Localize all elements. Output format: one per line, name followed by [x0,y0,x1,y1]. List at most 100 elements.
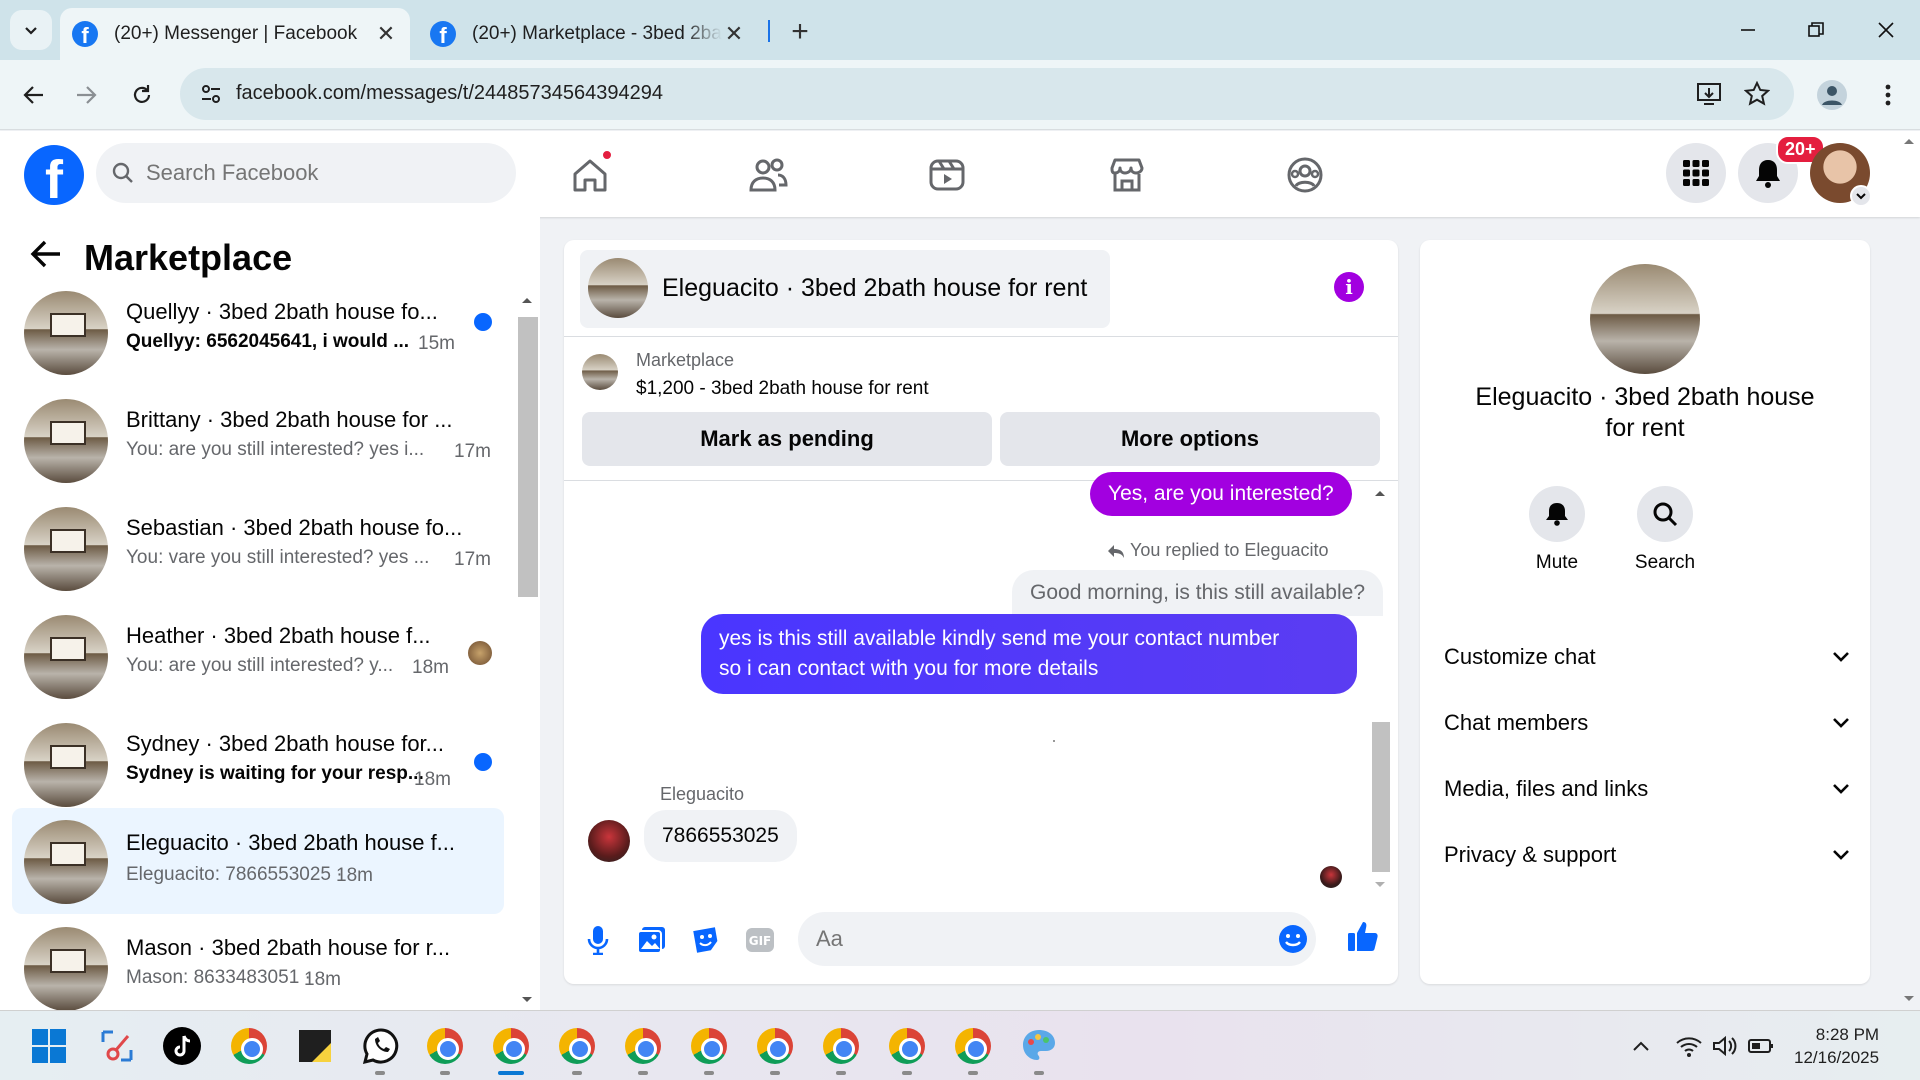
taskbar-chrome-active[interactable] [490,1025,532,1067]
address-bar[interactable]: facebook.com/messages/t/2448573456439429… [180,68,1794,120]
bookmark-star-icon[interactable] [1744,81,1770,107]
taskbar-chrome[interactable] [820,1025,862,1067]
search-action[interactable]: Search [1620,486,1710,574]
scroll-up-icon[interactable] [1898,134,1920,148]
profile-avatar[interactable] [1590,264,1700,374]
conversation-item[interactable]: Sydney · 3bed 2bath house for... Sydney … [12,711,504,817]
scroll-down-icon[interactable] [1898,992,1920,1006]
search-input[interactable] [146,160,466,186]
page-scrollbar[interactable] [1898,134,1920,1006]
mark-pending-button[interactable]: Mark as pending [582,412,992,466]
chat-scrollbar[interactable] [1370,486,1390,892]
scrollbar-thumb[interactable] [518,317,538,597]
scrollbar-thumb[interactable] [1372,722,1390,872]
gif-button[interactable]: GIF [744,924,776,956]
system-clock[interactable]: 8:28 PM 12/16/2025 [1794,1023,1879,1069]
media-files-links-section[interactable]: Media, files and links [1444,764,1850,814]
more-options-button[interactable]: More options [1000,412,1380,466]
taskbar-chrome[interactable] [688,1025,730,1067]
forward-button[interactable] [68,77,104,113]
site-settings-icon[interactable] [200,83,222,105]
sender-avatar[interactable] [588,820,630,862]
taskbar-chrome[interactable] [622,1025,664,1067]
conversation-item[interactable]: Mason · 3bed 2bath house for r... Mason:… [12,915,504,1021]
facebook-search[interactable] [96,143,516,203]
scroll-down-icon[interactable] [1370,878,1390,892]
attach-media-button[interactable] [636,924,668,956]
taskbar-tiktok[interactable] [161,1025,203,1067]
emoji-icon[interactable] [1278,924,1308,954]
start-button[interactable] [28,1025,70,1067]
nav-friends[interactable] [713,147,823,203]
outgoing-message[interactable]: yes is this still available kindly send … [701,614,1357,694]
browser-menu-button[interactable] [1870,77,1906,113]
quoted-message[interactable]: Good morning, is this still available? [1012,570,1383,616]
tab-search-button[interactable] [10,10,52,50]
voice-clip-button[interactable] [582,924,614,956]
inbox-scrollbar[interactable] [516,293,538,1009]
reload-button[interactable] [124,77,160,113]
taskbar-chrome[interactable] [754,1025,796,1067]
message-composer[interactable] [798,912,1316,966]
taskbar-chrome[interactable] [424,1025,466,1067]
taskbar-chrome[interactable] [556,1025,598,1067]
mute-action[interactable]: Mute [1512,486,1602,574]
menu-button[interactable] [1666,143,1726,203]
back-button[interactable] [30,239,62,269]
chat-header[interactable]: Eleguacito · 3bed 2bath house for rent [580,250,1110,328]
incoming-message[interactable]: 7866553025 [644,810,797,862]
close-tab-icon[interactable]: ✕ [722,21,746,46]
conversation-info-icon[interactable]: i [1334,272,1364,302]
search-in-chat-button[interactable] [1637,486,1693,542]
nav-groups[interactable] [1250,147,1360,203]
back-button[interactable] [16,77,52,113]
conversation-time: 18m [336,865,373,886]
battery-button[interactable] [1740,1025,1782,1067]
mute-button[interactable] [1529,486,1585,542]
scroll-down-icon[interactable] [516,993,538,1007]
chat-members-section[interactable]: Chat members [1444,698,1850,748]
tab-marketplace[interactable]: f (20+) Marketplace - 3bed 2bath ✕ [418,8,758,60]
customize-chat-section[interactable]: Customize chat [1444,632,1850,682]
install-app-icon[interactable] [1696,82,1722,106]
url-text[interactable]: facebook.com/messages/t/2448573456439429… [236,82,663,105]
minimize-button[interactable] [1728,14,1768,46]
conversation-item[interactable]: Brittany · 3bed 2bath house for ... You:… [12,387,504,493]
conversation-item[interactable]: Sebastian · 3bed 2bath house fo... You: … [12,495,504,601]
privacy-support-section[interactable]: Privacy & support [1444,830,1850,880]
conversation-item[interactable]: Quellyy · 3bed 2bath house fo... Quellyy… [12,279,504,385]
close-window-button[interactable] [1866,14,1906,46]
outgoing-message[interactable]: Yes, are you interested? [1090,472,1352,516]
facebook-logo-icon[interactable]: f [24,145,84,205]
nav-home[interactable] [535,147,645,203]
sticker-button[interactable] [690,924,722,956]
like-button[interactable] [1346,920,1378,952]
conversation-name: Eleguacito · 3bed 2bath house f... [126,830,456,855]
conversation-item-selected[interactable]: Eleguacito · 3bed 2bath house f... Elegu… [12,808,504,914]
conversation-item[interactable]: Heather · 3bed 2bath house f... You: are… [12,603,504,709]
conversation-time: 17m [454,441,491,462]
new-tab-button[interactable]: + [782,14,818,50]
arrow-left-icon [23,86,43,104]
taskbar-chrome[interactable] [886,1025,928,1067]
close-tab-icon[interactable]: ✕ [374,21,398,46]
taskbar-chrome[interactable] [952,1025,994,1067]
nav-video[interactable] [892,147,1002,203]
restore-button[interactable] [1796,14,1836,46]
friends-icon [749,158,788,192]
profile-button[interactable] [1814,77,1850,113]
taskbar-sticky-notes[interactable] [294,1025,336,1067]
listing-price[interactable]: $1,200 - 3bed 2bath house for rent [636,378,929,400]
tab-messenger[interactable]: f (20+) Messenger | Facebook ✕ [60,8,410,60]
show-hidden-icons-button[interactable] [1620,1025,1662,1067]
account-chevron[interactable] [1850,185,1872,207]
scroll-up-icon[interactable] [516,293,538,307]
scroll-up-icon[interactable] [1370,486,1390,500]
nav-marketplace[interactable] [1072,147,1182,203]
taskbar-snipping-tool[interactable] [96,1025,138,1067]
taskbar-chrome-profile[interactable] [228,1025,270,1067]
taskbar-whatsapp[interactable] [360,1025,402,1067]
message-input[interactable] [816,926,1216,952]
mute-label: Mute [1535,552,1579,573]
taskbar-paint[interactable] [1018,1025,1060,1067]
